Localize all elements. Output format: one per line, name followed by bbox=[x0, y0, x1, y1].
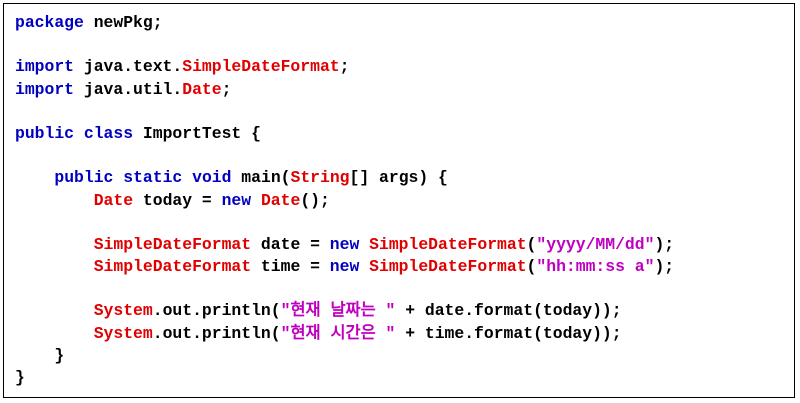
code-token-type: Date bbox=[260, 190, 301, 210]
code-token-plain: ); bbox=[654, 234, 675, 254]
code-token-plain: ( bbox=[526, 234, 537, 254]
code-block: package newPkg; import java.text.SimpleD… bbox=[15, 12, 674, 389]
code-token-plain: main( bbox=[231, 168, 291, 188]
code-line: } bbox=[15, 367, 674, 389]
code-token-plain: ; bbox=[221, 79, 232, 99]
code-token-keyword: import bbox=[15, 79, 75, 99]
code-line: import java.util.Date; bbox=[15, 79, 674, 101]
code-token-type: SimpleDateFormat bbox=[369, 234, 527, 254]
code-token-plain: (); bbox=[300, 190, 330, 210]
code-token-type: SimpleDateFormat bbox=[93, 257, 252, 277]
code-line: System.out.println("현재 시간은 " + time.form… bbox=[15, 323, 674, 345]
code-token-plain: today = bbox=[133, 190, 222, 210]
code-token-type: System bbox=[93, 301, 153, 321]
code-token-type: SimpleDateFormat bbox=[182, 57, 340, 77]
code-token-plain: time = bbox=[251, 257, 330, 277]
code-token-type: System bbox=[93, 323, 153, 343]
code-line: public static void main(String[] args) { bbox=[15, 167, 674, 189]
code-token-keyword: import bbox=[15, 57, 75, 77]
code-token-keyword: class bbox=[83, 123, 134, 143]
code-token-plain: java.util. bbox=[74, 79, 183, 99]
code-listing-frame: package newPkg; import java.text.SimpleD… bbox=[3, 3, 795, 398]
code-token-plain: [] args) { bbox=[349, 168, 448, 188]
code-token-keyword: new bbox=[329, 257, 360, 277]
code-token-type: SimpleDateFormat bbox=[93, 234, 252, 254]
code-token-keyword: public bbox=[54, 168, 114, 188]
code-line: import java.text.SimpleDateFormat; bbox=[15, 56, 674, 78]
code-token-keyword: package bbox=[15, 13, 84, 32]
code-token-type: Date bbox=[93, 190, 134, 210]
code-line: SimpleDateFormat time = new SimpleDateFo… bbox=[15, 256, 674, 278]
code-token-keyword: new bbox=[329, 234, 360, 254]
code-token-plain: newPkg; bbox=[83, 13, 163, 32]
code-token-keyword: void bbox=[192, 168, 232, 188]
code-token-keyword: static bbox=[123, 168, 183, 188]
code-token-keyword: new bbox=[221, 190, 252, 210]
code-token-plain: ( bbox=[526, 257, 537, 277]
code-line: System.out.println("현재 날짜는 " + date.form… bbox=[15, 300, 674, 322]
code-token-plain: } bbox=[15, 368, 25, 387]
code-line: public class ImportTest { bbox=[15, 123, 674, 145]
code-token-type: Date bbox=[182, 79, 222, 99]
code-token-keyword: public bbox=[15, 123, 75, 143]
code-token-plain: ; bbox=[339, 57, 350, 77]
code-token-string: "현재 시간은 " bbox=[280, 323, 396, 343]
code-token-plain: + time.format(today)); bbox=[395, 323, 622, 343]
code-token-plain: } bbox=[15, 345, 65, 365]
code-token-plain: date = bbox=[251, 234, 330, 254]
code-token-type: String bbox=[290, 168, 350, 188]
code-token-plain: .out.println( bbox=[152, 301, 281, 321]
code-line: Date today = new Date(); bbox=[15, 190, 674, 212]
code-token-plain: .out.println( bbox=[152, 323, 281, 343]
code-token-plain: ); bbox=[654, 257, 675, 277]
code-line: package newPkg; bbox=[15, 12, 674, 34]
code-token-string: "현재 날짜는 " bbox=[280, 301, 396, 321]
code-token-plain: + date.format(today)); bbox=[395, 301, 622, 321]
code-token-plain: java.text. bbox=[74, 57, 183, 77]
code-token-string: "hh:mm:ss a" bbox=[536, 257, 655, 277]
code-line: SimpleDateFormat date = new SimpleDateFo… bbox=[15, 234, 674, 256]
code-token-string: "yyyy/MM/dd" bbox=[536, 234, 655, 254]
code-line: } bbox=[15, 345, 674, 367]
code-token-plain: ImportTest { bbox=[133, 123, 261, 143]
code-token-type: SimpleDateFormat bbox=[369, 257, 527, 277]
